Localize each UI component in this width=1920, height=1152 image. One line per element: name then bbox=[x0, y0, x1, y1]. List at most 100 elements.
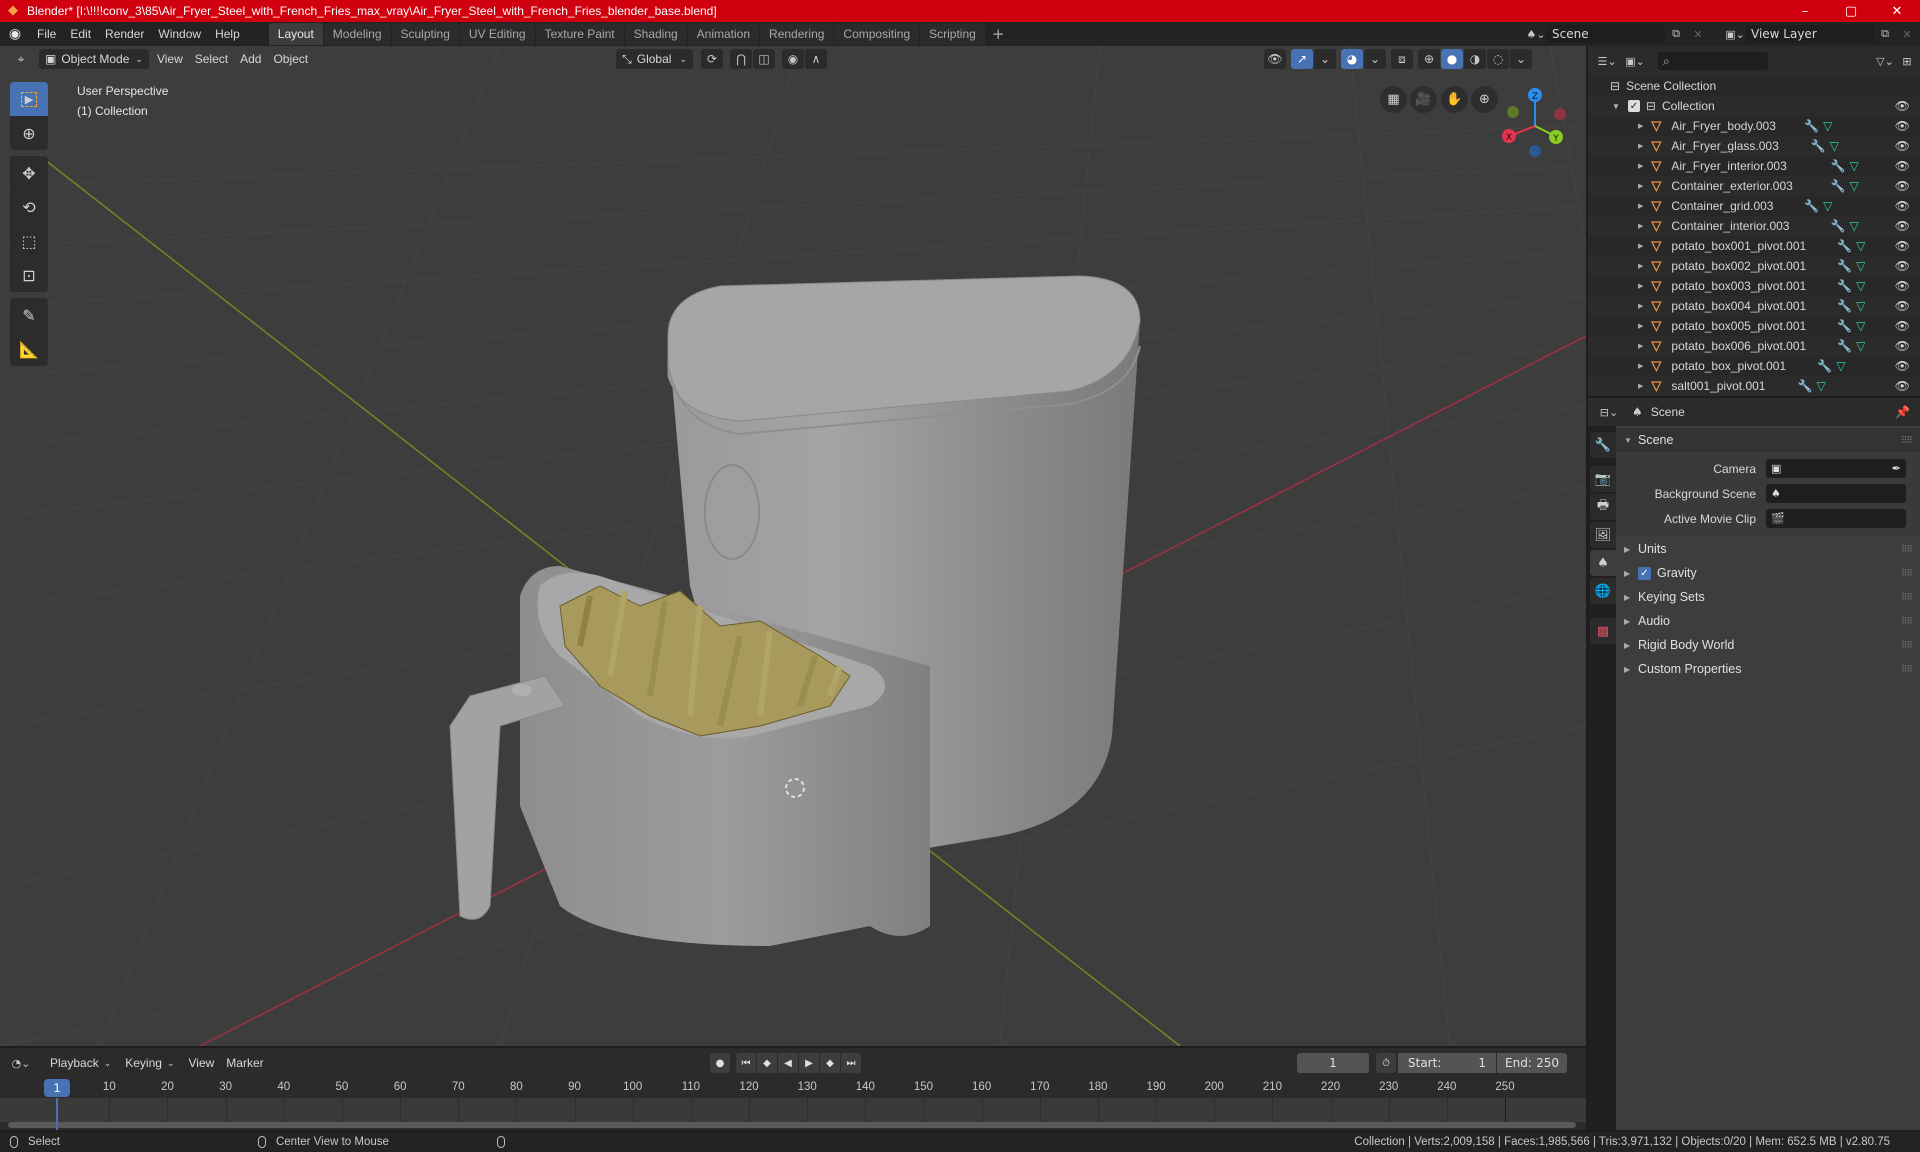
record-button[interactable]: ● bbox=[710, 1053, 730, 1073]
current-frame-field[interactable]: 1 bbox=[1297, 1053, 1369, 1073]
menu-window[interactable]: Window bbox=[151, 27, 208, 41]
modifier-wrench-icon[interactable]: 🔧 bbox=[1837, 279, 1852, 293]
expand-arrow-icon[interactable]: ▶ bbox=[1638, 262, 1643, 270]
drag-grip-icon[interactable]: ⠿⠿ bbox=[1901, 640, 1913, 651]
play-button[interactable]: ▶ bbox=[799, 1053, 819, 1073]
toggle-perspective-grid-icon[interactable]: ▦ bbox=[1380, 86, 1407, 113]
scene-icon[interactable]: ♠⌄ bbox=[1525, 25, 1547, 43]
tab-compositing[interactable]: Compositing bbox=[834, 23, 920, 45]
pin-icon[interactable]: 📌 bbox=[1895, 405, 1910, 419]
outliner-editor-type-icon[interactable]: ☰⌄ bbox=[1596, 52, 1618, 70]
eye-icon[interactable]: 👁 bbox=[1895, 119, 1910, 133]
camera-view-icon[interactable]: 🎥 bbox=[1410, 86, 1437, 113]
menu-edit[interactable]: Edit bbox=[63, 27, 98, 41]
drag-grip-icon[interactable]: ⠿⠿ bbox=[1901, 568, 1913, 579]
new-view-layer-icon[interactable]: ⧉ bbox=[1874, 25, 1896, 43]
mesh-data-icon[interactable]: ▽ bbox=[1856, 279, 1865, 293]
output-tab[interactable]: 🖶 bbox=[1590, 494, 1616, 520]
mesh-data-icon[interactable]: ▽ bbox=[1856, 259, 1865, 273]
mesh-data-icon[interactable]: ▽ bbox=[1817, 379, 1826, 393]
mesh-data-icon[interactable]: ▽ bbox=[1856, 239, 1865, 253]
outliner-object-row[interactable]: ▶ ▽ potato_box001_pivot.001 🔧 ▽ 👁 bbox=[1588, 236, 1920, 256]
tab-layout[interactable]: Layout bbox=[268, 23, 323, 45]
close-button[interactable]: ✕ bbox=[1874, 0, 1920, 22]
modifier-wrench-icon[interactable]: 🔧 bbox=[1837, 339, 1852, 353]
mesh-data-icon[interactable]: ▽ bbox=[1856, 319, 1865, 333]
zoom-magnifier-icon[interactable]: ⊕ bbox=[1471, 86, 1498, 113]
view-layer-name-field[interactable]: View Layer bbox=[1746, 25, 1874, 43]
menu-file[interactable]: File bbox=[30, 27, 63, 41]
transform-tool[interactable]: ⊡ bbox=[10, 258, 48, 292]
outliner-object-row[interactable]: ▶ ▽ Air_Fryer_body.003 🔧 ▽ 👁 bbox=[1588, 116, 1920, 136]
panel-header-keying-sets[interactable]: ▶ Keying Sets ⠿⠿ bbox=[1616, 585, 1920, 609]
modifier-wrench-icon[interactable]: 🔧 bbox=[1798, 379, 1813, 393]
expand-arrow-icon[interactable]: ▼ bbox=[1612, 102, 1620, 111]
next-keyframe-button[interactable]: ◆ bbox=[820, 1053, 840, 1073]
eye-icon[interactable]: 👁 bbox=[1895, 299, 1910, 313]
modifier-wrench-icon[interactable]: 🔧 bbox=[1837, 259, 1852, 273]
eye-icon[interactable]: 👁 bbox=[1895, 259, 1910, 273]
rotate-tool[interactable]: ⟲ bbox=[10, 190, 48, 224]
gizmo-toggle-icon[interactable]: ↗ bbox=[1290, 49, 1313, 69]
expand-arrow-icon[interactable]: ▶ bbox=[1638, 322, 1643, 330]
scene-tab[interactable]: ♠ bbox=[1590, 550, 1616, 576]
outliner-object-row[interactable]: ▶ ▽ Air_Fryer_glass.003 🔧 ▽ 👁 bbox=[1588, 136, 1920, 156]
rendered-shading-icon[interactable]: ◌ bbox=[1486, 49, 1509, 69]
mesh-data-icon[interactable]: ▽ bbox=[1830, 139, 1839, 153]
expand-arrow-icon[interactable]: ▶ bbox=[1638, 162, 1643, 170]
outliner-object-row[interactable]: ▶ ▽ potato_box006_pivot.001 🔧 ▽ 👁 bbox=[1588, 336, 1920, 356]
outliner-object-row[interactable]: ▶ ▽ Air_Fryer_interior.003 🔧 ▽ 👁 bbox=[1588, 156, 1920, 176]
eyedropper-icon[interactable]: ✒ bbox=[1892, 462, 1901, 475]
xray-toggle-icon[interactable]: ⧈ bbox=[1390, 49, 1413, 69]
gizmo-dropdown-icon[interactable]: ⌄ bbox=[1313, 49, 1336, 69]
expand-arrow-icon[interactable]: ▶ bbox=[1638, 362, 1643, 370]
expand-arrow-icon[interactable]: ▶ bbox=[1638, 342, 1643, 350]
modifier-wrench-icon[interactable]: 🔧 bbox=[1804, 119, 1819, 133]
add-workspace-button[interactable]: + bbox=[986, 23, 1011, 45]
expand-arrow-icon[interactable]: ▶ bbox=[1638, 122, 1643, 130]
timeline-editor-type-icon[interactable]: ◔⌄ bbox=[10, 1054, 32, 1072]
modifier-wrench-icon[interactable]: 🔧 bbox=[1831, 219, 1846, 233]
eye-icon[interactable]: 👁 bbox=[1895, 339, 1910, 353]
outliner-search-input[interactable]: ⌕ bbox=[1658, 52, 1768, 70]
overlays-toggle-icon[interactable]: ◕ bbox=[1340, 49, 1363, 69]
texture-tab[interactable]: ▩ bbox=[1590, 618, 1616, 644]
modifier-wrench-icon[interactable]: 🔧 bbox=[1817, 359, 1832, 373]
tab-sculpting[interactable]: Sculpting bbox=[391, 23, 459, 45]
modifier-wrench-icon[interactable]: 🔧 bbox=[1831, 179, 1846, 193]
modifier-wrench-icon[interactable]: 🔧 bbox=[1831, 159, 1846, 173]
tab-shading[interactable]: Shading bbox=[624, 23, 687, 45]
outliner-object-row[interactable]: ▶ ▽ potato_box_pivot.001 🔧 ▽ 👁 bbox=[1588, 356, 1920, 376]
outliner-object-row[interactable]: ▶ ▽ Container_exterior.003 🔧 ▽ 👁 bbox=[1588, 176, 1920, 196]
eye-icon[interactable]: 👁 bbox=[1895, 199, 1910, 213]
tab-scripting[interactable]: Scripting bbox=[920, 23, 985, 45]
menu-object[interactable]: Object bbox=[267, 49, 314, 69]
mesh-data-icon[interactable]: ▽ bbox=[1856, 339, 1865, 353]
jump-end-button[interactable]: ⏭ bbox=[841, 1053, 861, 1073]
prev-keyframe-button[interactable]: ◆ bbox=[757, 1053, 777, 1073]
pivot-point-icon[interactable]: ⟳ bbox=[700, 49, 723, 69]
panel-header-custom-properties[interactable]: ▶ Custom Properties ⠿⠿ bbox=[1616, 657, 1920, 681]
tab-uv-editing[interactable]: UV Editing bbox=[459, 23, 535, 45]
scene-name-field[interactable]: Scene bbox=[1547, 25, 1665, 43]
outliner-object-row[interactable]: ▶ ▽ potato_box004_pivot.001 🔧 ▽ 👁 bbox=[1588, 296, 1920, 316]
new-scene-icon[interactable]: ⧉ bbox=[1665, 25, 1687, 43]
shading-dropdown-icon[interactable]: ⌄ bbox=[1509, 49, 1532, 69]
tool-tab[interactable]: 🔧 bbox=[1590, 432, 1616, 458]
timeline-menu-marker[interactable]: Marker bbox=[220, 1053, 269, 1073]
tab-rendering[interactable]: Rendering bbox=[760, 23, 834, 45]
scene-collection-row[interactable]: ⊟ Scene Collection bbox=[1588, 76, 1920, 96]
falloff-icon[interactable]: ∧ bbox=[804, 49, 827, 69]
drag-grip-icon[interactable]: ⠿⠿ bbox=[1901, 435, 1913, 446]
eye-icon[interactable]: 👁 bbox=[1895, 359, 1910, 373]
menu-select[interactable]: Select bbox=[189, 49, 234, 69]
timeline-scrollbar[interactable] bbox=[8, 1122, 1576, 1128]
modifier-wrench-icon[interactable]: 🔧 bbox=[1811, 139, 1826, 153]
wireframe-shading-icon[interactable]: ⊕ bbox=[1417, 49, 1440, 69]
solid-shading-icon[interactable]: ● bbox=[1440, 49, 1463, 69]
menu-view[interactable]: View bbox=[151, 49, 189, 69]
eye-icon[interactable]: 👁 bbox=[1895, 139, 1910, 153]
snap-target-icon[interactable]: ◫ bbox=[752, 49, 775, 69]
properties-editor-type-icon[interactable]: ⊟⌄ bbox=[1598, 403, 1620, 421]
scene-panel-header[interactable]: ▼ Scene ⠿⠿ bbox=[1616, 428, 1920, 452]
